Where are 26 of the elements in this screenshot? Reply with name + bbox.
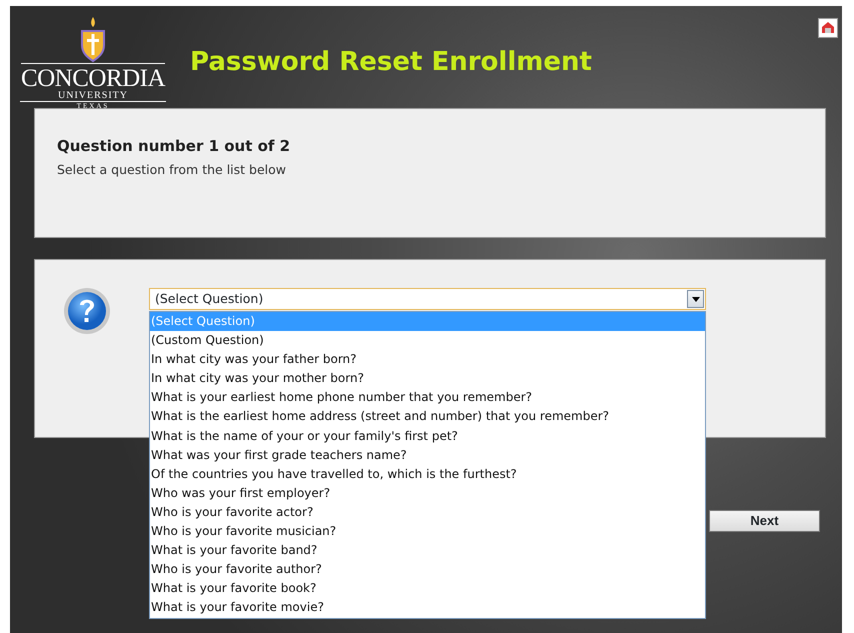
dropdown-option[interactable]: What is the earliest home address (street and number) that you remember? <box>150 407 705 427</box>
page-title: Password Reset Enrollment <box>190 46 592 78</box>
dropdown-option[interactable]: What is your earliest home phone number that you remember? <box>150 388 705 408</box>
dropdown-option[interactable]: What is your favorite movie? <box>150 598 705 618</box>
dropdown-option[interactable]: Of the countries you have travelled to, which is the furthest? <box>150 464 705 484</box>
dropdown-option[interactable]: Who is your favorite musician? <box>150 522 705 542</box>
question-heading: Question number 1 out of 2 <box>57 137 292 155</box>
dropdown-option[interactable]: Who is your favorite actor? <box>150 502 705 522</box>
dropdown-option[interactable]: Who was your first employer? <box>150 484 705 503</box>
dropdown-option[interactable]: What is your favorite band? <box>150 541 705 560</box>
instruction-text: Select a question from the list below <box>57 161 287 179</box>
dropdown-option[interactable]: What was your first grade teachers name? <box>150 446 705 465</box>
logo-subtitle: UNIVERSITY <box>58 90 128 100</box>
dropdown-option[interactable]: Who is your favorite author? <box>150 560 705 580</box>
dropdown-option[interactable]: (Custom Question) <box>150 331 705 350</box>
caret-icon <box>692 296 700 302</box>
dropdown-option[interactable]: What is your favorite book? <box>150 579 705 598</box>
dropdown-option[interactable]: In what city was your father born? <box>150 350 705 370</box>
next-button[interactable]: Next <box>709 510 820 532</box>
help-icon <box>63 287 111 335</box>
dropdown-option[interactable]: In what city was your mother born? <box>150 369 705 388</box>
home-icon[interactable] <box>818 18 838 38</box>
question-dropdown[interactable]: (Select Question) <box>149 288 706 310</box>
logo-wordmark: CONCORDIA <box>20 62 166 90</box>
dropdown-option[interactable]: What is the name of your or your family's first pet? <box>150 426 705 446</box>
shield-torch-icon <box>79 14 107 62</box>
